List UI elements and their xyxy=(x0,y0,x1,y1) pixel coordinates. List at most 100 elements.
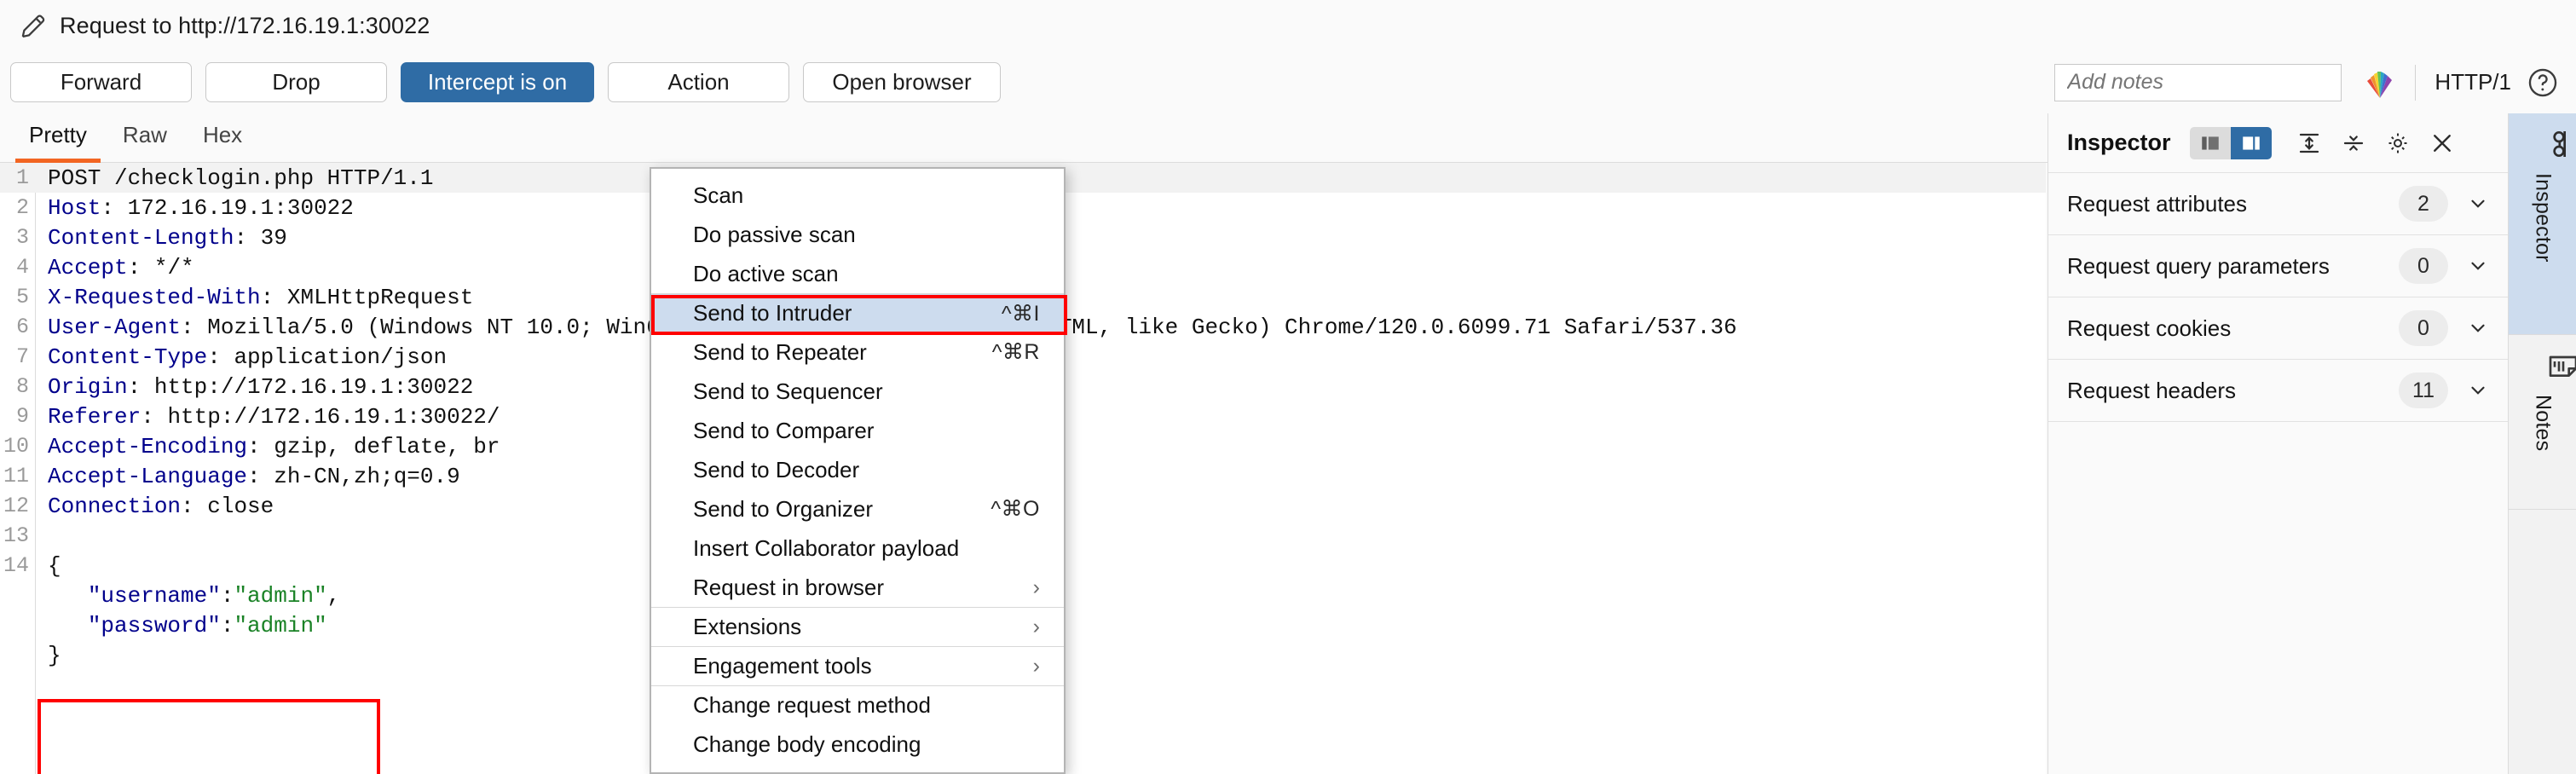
context-menu[interactable]: Scan Do passive scan Do active scan Send… xyxy=(650,167,1067,774)
menu-item-label: Change body encoding xyxy=(693,731,921,757)
inspector-section-request-cookies[interactable]: Request cookies 0 xyxy=(2048,297,2508,360)
menu-item-label: Send to Comparer xyxy=(693,417,875,443)
window-title-bar: Request to http://172.16.19.1:30022 xyxy=(0,0,2576,51)
menu-item-send-to-repeater[interactable]: Send to Repeater ^⌘R xyxy=(651,332,1064,372)
header-name: Content-Type xyxy=(48,344,208,370)
gear-icon[interactable] xyxy=(2379,126,2417,160)
menu-item-label: Send to Organizer xyxy=(693,495,874,522)
json-key-password: "password" xyxy=(87,612,221,638)
menu-item-change-request-method[interactable]: Change request method xyxy=(651,685,1064,725)
header-name: Accept xyxy=(48,254,128,280)
section-label: Request attributes xyxy=(2067,190,2248,217)
chevron-down-icon[interactable] xyxy=(2467,317,2489,339)
header-value: 39 xyxy=(260,224,287,251)
document-lines-icon xyxy=(2526,349,2576,383)
header-value: zh-CN,zh;q=0.9 xyxy=(274,463,460,489)
menu-item-do-active-scan[interactable]: Do active scan xyxy=(651,254,1064,293)
tab-hex[interactable]: Hex xyxy=(189,122,256,163)
chevron-right-icon: › xyxy=(1032,615,1040,638)
line-number: 13 xyxy=(3,523,29,548)
tab-pretty[interactable]: Pretty xyxy=(15,122,101,163)
menu-item-insert-collaborator-payload[interactable]: Insert Collaborator payload xyxy=(651,529,1064,568)
chevron-right-icon: › xyxy=(1032,654,1040,678)
body-close-brace: } xyxy=(48,642,61,668)
menu-item-engagement-tools[interactable]: Engagement tools › xyxy=(651,646,1064,685)
menu-item-send-to-sequencer[interactable]: Send to Sequencer xyxy=(651,372,1064,411)
json-value-username: "admin" xyxy=(234,582,327,609)
collapse-vertical-icon[interactable] xyxy=(2335,126,2372,160)
chevron-down-icon[interactable] xyxy=(2467,193,2489,215)
inspector-header: Inspector xyxy=(2048,113,2508,173)
header-name: Accept-Encoding xyxy=(48,433,248,459)
intercept-toggle-button[interactable]: Intercept is on xyxy=(401,62,594,102)
menu-item-shortcut: ^⌘R xyxy=(991,340,1040,364)
burp-rainbow-fan-icon[interactable] xyxy=(2360,66,2400,100)
menu-item-change-body-encoding[interactable]: Change body encoding xyxy=(651,725,1064,764)
header-sep: : xyxy=(207,344,234,370)
header-value: http://172.16.19.1:30022/ xyxy=(167,403,500,430)
menu-item-scan[interactable]: Scan xyxy=(651,176,1064,215)
menu-item-send-to-decoder[interactable]: Send to Decoder xyxy=(651,450,1064,489)
header-sep: : xyxy=(247,433,274,459)
line-number: 4 xyxy=(15,255,29,280)
drop-button[interactable]: Drop xyxy=(205,62,387,102)
menu-item-label: Insert Collaborator payload xyxy=(693,534,960,561)
menu-item-label: Request in browser xyxy=(693,574,884,600)
open-browser-button[interactable]: Open browser xyxy=(803,62,1001,102)
menu-item-label: Do passive scan xyxy=(693,221,856,247)
header-name: Host xyxy=(48,194,101,221)
header-sep: : xyxy=(260,284,287,310)
panel-left-icon[interactable] xyxy=(2189,126,2231,159)
expand-vertical-icon[interactable] xyxy=(2290,126,2328,160)
line-number: 1 xyxy=(15,165,29,190)
menu-item-do-passive-scan[interactable]: Do passive scan xyxy=(651,215,1064,254)
body-highlight-box xyxy=(38,699,380,774)
section-count-badge: 11 xyxy=(2399,373,2448,408)
menu-item-shortcut: ^⌘I xyxy=(1001,301,1040,326)
rail-tab-notes[interactable]: Notes xyxy=(2509,335,2576,510)
menu-item-extensions[interactable]: Extensions › xyxy=(651,607,1064,646)
menu-item-send-to-intruder[interactable]: Send to Intruder ^⌘I xyxy=(651,293,1064,332)
line-number: 14 xyxy=(3,553,29,578)
action-button[interactable]: Action xyxy=(608,62,789,102)
inspector-section-request-query-parameters[interactable]: Request query parameters 0 xyxy=(2048,235,2508,297)
right-side-rail: Inspector Notes xyxy=(2508,113,2576,774)
header-sep: : xyxy=(127,373,154,400)
menu-item-send-to-organizer[interactable]: Send to Organizer ^⌘O xyxy=(651,489,1064,529)
header-value: 172.16.19.1:30022 xyxy=(127,194,354,221)
section-label: Request query parameters xyxy=(2067,252,2330,279)
menu-item-label: Scan xyxy=(693,182,744,208)
header-value: http://172.16.19.1:30022 xyxy=(153,373,474,400)
menu-item-request-in-browser[interactable]: Request in browser › xyxy=(651,568,1064,607)
inspector-section-request-headers[interactable]: Request headers 11 xyxy=(2048,360,2508,422)
header-sep: : xyxy=(181,314,208,340)
header-name: Connection xyxy=(48,493,182,519)
line-number: 11 xyxy=(3,464,29,488)
inspector-section-request-attributes[interactable]: Request attributes 2 xyxy=(2048,173,2508,235)
notes-input[interactable] xyxy=(2054,63,2342,101)
header-name: Content-Length xyxy=(48,224,234,251)
chevron-down-icon[interactable] xyxy=(2467,379,2489,401)
question-mark-icon[interactable] xyxy=(2527,66,2559,99)
line-number: 3 xyxy=(15,225,29,250)
header-name: Referer xyxy=(48,403,142,430)
menu-item-label: Send to Decoder xyxy=(693,456,860,482)
line-number: 6 xyxy=(15,315,29,339)
menu-item-label: Send to Intruder xyxy=(693,300,852,326)
header-value: application/json xyxy=(234,344,448,370)
chevron-down-icon[interactable] xyxy=(2467,255,2489,277)
menu-item-send-to-comparer[interactable]: Send to Comparer xyxy=(651,411,1064,450)
tab-raw[interactable]: Raw xyxy=(109,122,181,163)
menu-item-label: Send to Repeater xyxy=(693,338,867,365)
header-name: X-Requested-With xyxy=(48,284,261,310)
request-line: POST /checklogin.php HTTP/1.1 xyxy=(48,165,434,191)
menu-item-shortcut: ^⌘O xyxy=(991,497,1040,521)
forward-button[interactable]: Forward xyxy=(10,62,192,102)
inspector-title: Inspector xyxy=(2067,130,2171,155)
rail-tab-inspector[interactable]: Inspector xyxy=(2509,113,2576,335)
close-icon[interactable] xyxy=(2423,126,2461,160)
section-count-badge: 0 xyxy=(2399,248,2448,284)
panel-right-icon[interactable] xyxy=(2230,126,2272,159)
menu-item-label: Change request method xyxy=(693,692,931,718)
menu-item-label: Engagement tools xyxy=(693,653,872,679)
